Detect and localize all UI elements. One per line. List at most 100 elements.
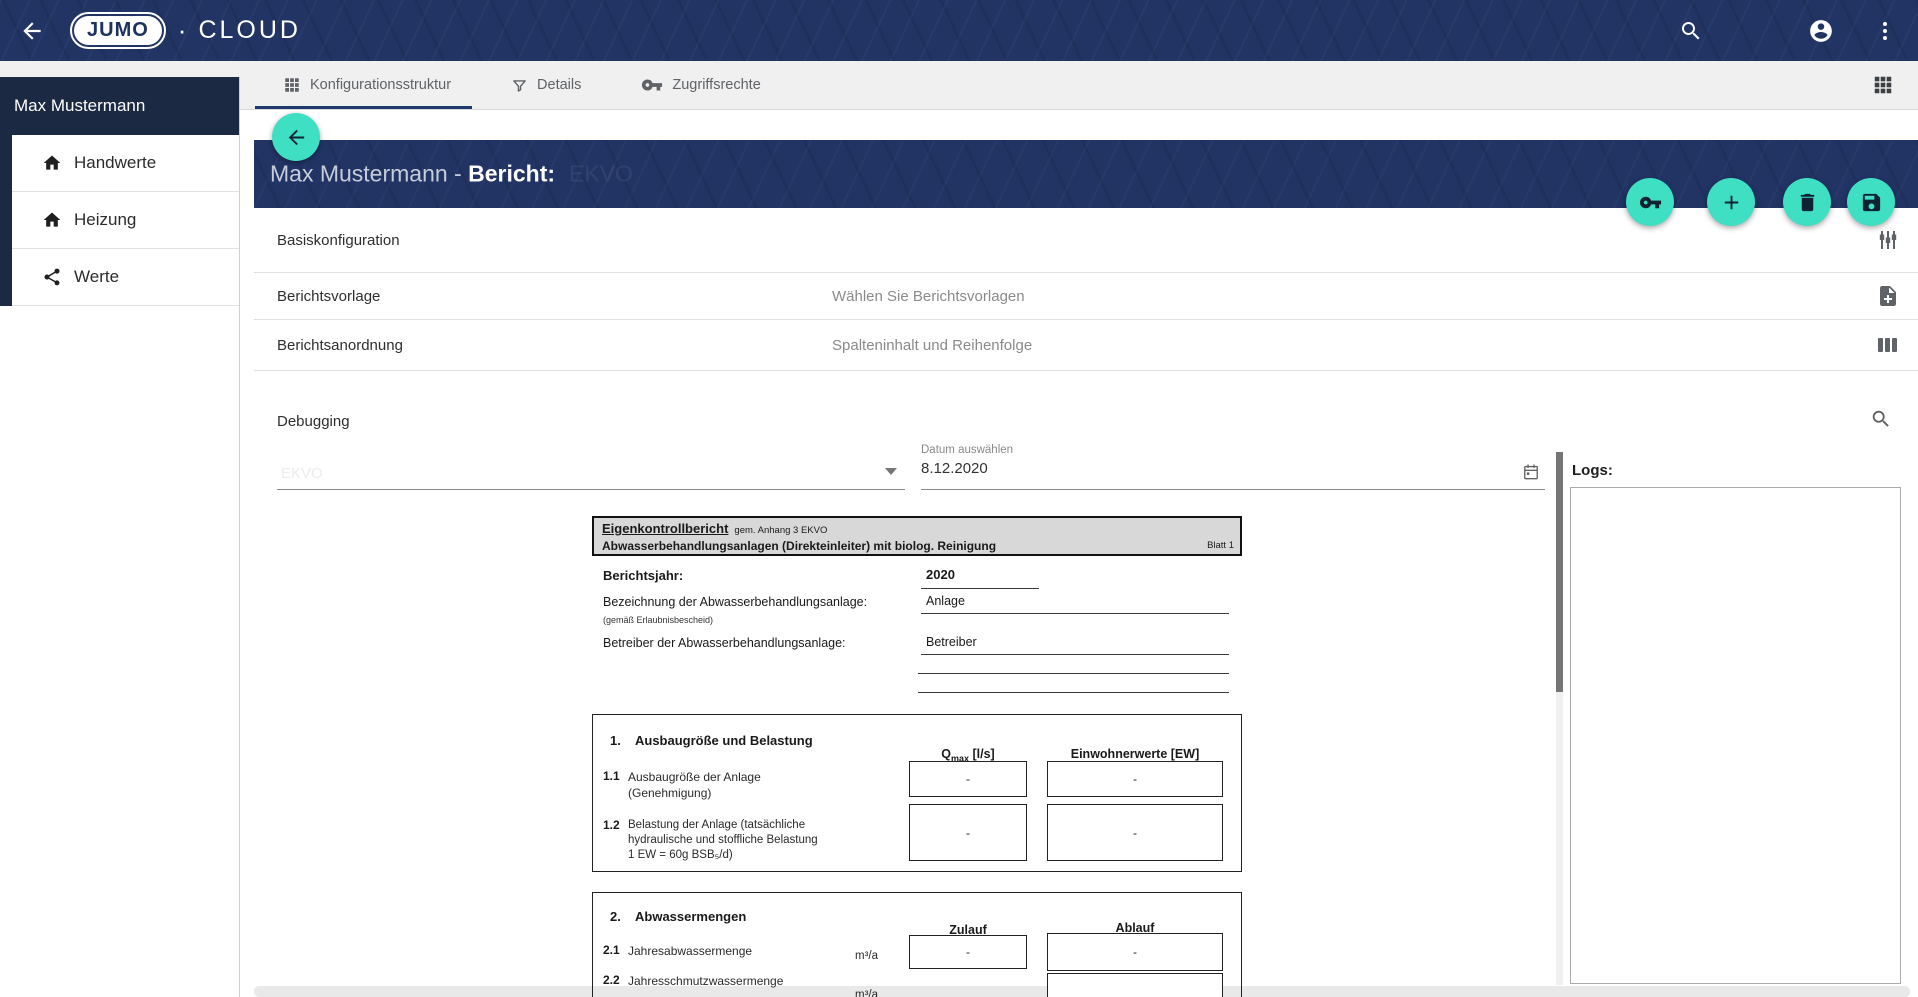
value-cell: - — [1047, 804, 1223, 861]
search-icon[interactable] — [1678, 18, 1704, 44]
vertical-scrollbar[interactable] — [1556, 452, 1563, 985]
debugging-title: Debugging — [277, 413, 350, 430]
active-tab-underline — [255, 106, 472, 109]
tab-details[interactable]: Details — [511, 61, 581, 109]
logs-label: Logs: — [1572, 462, 1613, 479]
document-header: Eigenkontrollberichtgem. Anhang 3 EKVO A… — [592, 516, 1242, 556]
row-text-line: 1 EW = 60g BSB₅/d) — [628, 848, 818, 863]
blank-line — [918, 673, 1229, 674]
jumo-cloud-logo[interactable]: JUMO · CLOUD — [74, 15, 301, 46]
row-text: Jahresschmutzwassermenge — [628, 973, 783, 989]
row-text-line: hydraulische und stoffliche Belastung — [628, 833, 818, 848]
blank-line — [918, 692, 1229, 693]
sidebar-item-heizung[interactable]: Heizung — [12, 192, 239, 249]
value-cell: - — [909, 804, 1027, 861]
date-label: Datum auswählen — [921, 444, 1545, 456]
field-name-note: (gemäß Erlaubnisbescheid) — [603, 615, 713, 625]
sidebar: Max Mustermann Handwerte Heizung Werte — [0, 77, 240, 997]
tabs: Konfigurationsstruktur Details Zugriffsr… — [283, 61, 761, 109]
vertical-scrollbar-thumb[interactable] — [1556, 452, 1563, 692]
tab-label: Konfigurationsstruktur — [310, 77, 451, 93]
row-number: 2.1 — [603, 943, 620, 957]
account-icon[interactable] — [1808, 18, 1834, 44]
document-section-1: 1. Ausbaugröße und Belastung Qmax [l/s] … — [592, 714, 1242, 872]
row-unit: m³/a — [855, 989, 878, 997]
sidebar-item-label: Werte — [74, 267, 119, 287]
row-value: Spalteninhalt und Reihenfolge — [832, 337, 1032, 354]
field-name-value: Anlage — [926, 594, 965, 608]
row-text: Jahresabwassermenge — [628, 943, 752, 959]
tab-label: Details — [537, 77, 581, 93]
sidebar-item-werte[interactable]: Werte — [12, 249, 239, 306]
sidebar-user-header: Max Mustermann — [0, 77, 239, 135]
chevron-down-icon — [885, 468, 897, 475]
home-icon — [42, 210, 62, 230]
field-year-label: Berichtsjahr: — [603, 568, 683, 583]
qmax-unit: [l/s] — [969, 747, 995, 761]
calendar-icon[interactable] — [1521, 462, 1541, 482]
tab-konfigurationsstruktur[interactable]: Konfigurationsstruktur — [283, 61, 451, 109]
banner-title-ghost: EKVO — [569, 161, 633, 187]
topbar-actions — [1678, 18, 1918, 44]
jumo-logo-text: JUMO — [74, 16, 162, 45]
share-icon — [42, 267, 62, 287]
cloud-logo-text: CLOUD — [198, 16, 301, 45]
value-cell — [1047, 973, 1223, 997]
report-document-preview: Eigenkontrollberichtgem. Anhang 3 EKVO A… — [592, 516, 1242, 997]
section-number: 1. — [610, 733, 621, 748]
configuration-rows: Basiskonfiguration Berichtsvorlage Wähle… — [254, 208, 1918, 371]
qmax-base: Q — [941, 747, 951, 761]
logs-output-box — [1570, 487, 1901, 984]
app-root: JUMO · CLOUD Konfigurationsstruktur — [0, 0, 1918, 997]
kebab-menu-icon[interactable] — [1872, 18, 1898, 44]
filter-icon — [511, 77, 528, 94]
value-cell: - — [1047, 933, 1223, 971]
row-text-line: Belastung der Anlage (tatsächliche — [628, 818, 818, 833]
document-title: Eigenkontrollbericht — [602, 521, 728, 536]
select-value: EKVO — [281, 465, 323, 482]
grid-icon[interactable] — [1872, 74, 1894, 96]
tune-icon[interactable] — [1876, 228, 1900, 252]
report-type-select[interactable]: EKVO — [277, 452, 905, 490]
document-sheet-number: Blatt 1 — [1207, 540, 1234, 551]
section-title: Abwassermengen — [635, 909, 746, 924]
date-picker-field[interactable]: Datum auswählen 8.12.2020 — [921, 444, 1545, 490]
logo-separator: · — [178, 15, 187, 46]
row-number: 2.2 — [603, 973, 620, 987]
date-value: 8.12.2020 — [921, 460, 1545, 477]
back-button[interactable] — [272, 113, 320, 161]
view-column-icon[interactable] — [1876, 333, 1900, 357]
row-berichtsanordnung[interactable]: Berichtsanordnung Spalteninhalt und Reih… — [254, 320, 1918, 371]
row-berichtsvorlage[interactable]: Berichtsvorlage Wählen Sie Berichtsvorla… — [254, 273, 1918, 320]
back-arrow-icon[interactable] — [18, 17, 46, 45]
search-icon[interactable] — [1870, 408, 1892, 430]
section-number: 2. — [610, 909, 621, 924]
row-text-line: Ausbaugröße der Anlage — [628, 769, 761, 785]
row-label: Berichtsvorlage — [277, 288, 380, 305]
sidebar-item-label: Handwerte — [74, 153, 156, 173]
row-unit: m³/a — [855, 950, 878, 962]
key-icon — [641, 74, 663, 96]
row-text-line: (Genehmigung) — [628, 785, 761, 801]
row-text: Ausbaugröße der Anlage (Genehmigung) — [628, 769, 761, 801]
row-label: Berichtsanordnung — [277, 337, 403, 354]
row-basiskonfiguration[interactable]: Basiskonfiguration — [254, 208, 1918, 273]
sidebar-item-handwerte[interactable]: Handwerte — [12, 135, 239, 192]
value-cell: - — [909, 935, 1027, 969]
row-number: 1.2 — [603, 818, 620, 832]
row-value: Wählen Sie Berichtsvorlagen — [832, 288, 1025, 305]
column-header-ew: Einwohnerwerte [EW] — [1047, 747, 1223, 761]
tabbar: Konfigurationsstruktur Details Zugriffsr… — [0, 61, 1918, 110]
sidebar-nav: Handwerte Heizung Werte — [0, 135, 239, 306]
note-add-icon[interactable] — [1876, 284, 1900, 308]
tab-zugriffsrechte[interactable]: Zugriffsrechte — [641, 61, 760, 109]
report-banner-title: Max Mustermann - Bericht:EKVO — [270, 161, 633, 188]
row-text: Belastung der Anlage (tatsächliche hydra… — [628, 818, 818, 863]
field-underline — [921, 613, 1229, 614]
row-label: Basiskonfiguration — [277, 232, 400, 249]
field-operator-value: Betreiber — [926, 635, 977, 649]
sidebar-item-label: Heizung — [74, 210, 136, 230]
field-year-value: 2020 — [926, 567, 955, 582]
tab-label: Zugriffsrechte — [672, 77, 760, 93]
field-name-label: Bezeichnung der Abwasserbehandlungsanlag… — [603, 595, 867, 609]
